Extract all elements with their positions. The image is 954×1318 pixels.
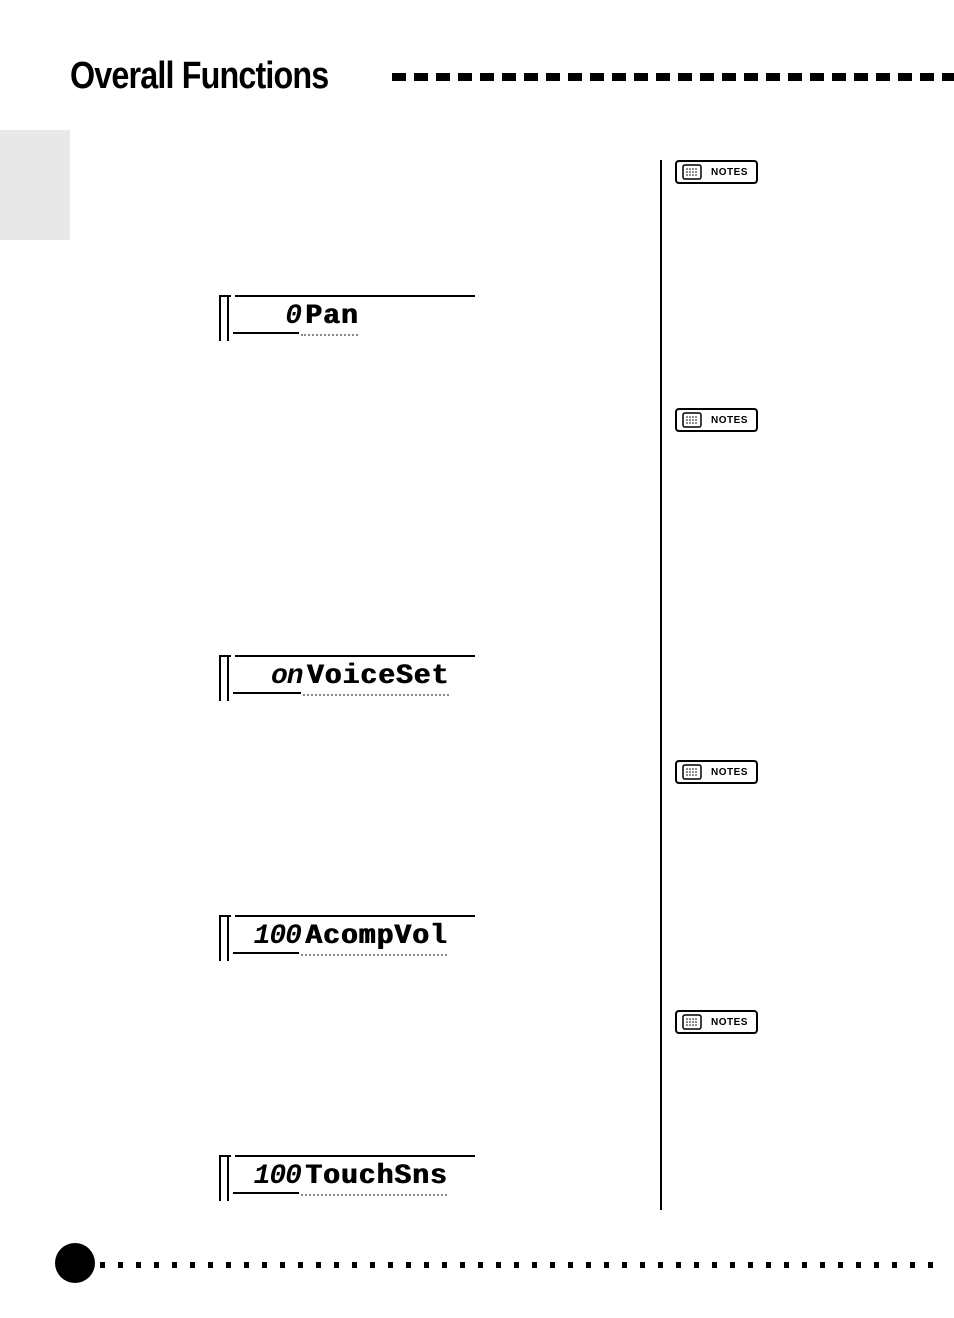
page-header: Overall Functions xyxy=(70,55,954,98)
lcd-frame: 100 TouchSns xyxy=(235,1155,475,1199)
lcd-bracket-inner xyxy=(227,1155,231,1201)
lcd-frame: on VoiceSet xyxy=(235,655,475,699)
lcd-frame: 100 AcompVol xyxy=(235,915,475,959)
notes-badge: NOTES xyxy=(675,760,758,784)
vertical-divider xyxy=(660,160,662,1210)
lcd-display-acompvol: 100 AcompVol xyxy=(235,915,475,959)
lcd-display-voiceset: on VoiceSet xyxy=(235,655,475,699)
notes-badge: NOTES xyxy=(675,408,758,432)
notes-label: NOTES xyxy=(707,415,756,426)
lcd-content: 0 Pan xyxy=(235,297,475,337)
lcd-content: on VoiceSet xyxy=(235,657,475,697)
notes-icon xyxy=(680,762,704,782)
notes-icon xyxy=(680,410,704,430)
notes-icon xyxy=(680,1012,704,1032)
lcd-display-pan: 0 Pan xyxy=(235,295,475,339)
notes-label: NOTES xyxy=(707,167,756,178)
lcd-label: AcompVol xyxy=(301,921,447,952)
lcd-bracket-inner xyxy=(227,295,231,341)
footer-dot-line xyxy=(100,1262,934,1268)
lcd-display-touchsns: 100 TouchSns xyxy=(235,1155,475,1199)
lcd-label: VoiceSet xyxy=(303,661,449,692)
lcd-frame: 0 Pan xyxy=(235,295,475,339)
notes-badge: NOTES xyxy=(675,1010,758,1034)
lcd-bracket-inner xyxy=(227,915,231,961)
notes-label: NOTES xyxy=(707,1017,756,1028)
footer-page-circle xyxy=(55,1243,95,1283)
page-title: Overall Functions xyxy=(70,55,328,98)
lcd-label: Pan xyxy=(301,301,358,332)
lcd-value: on xyxy=(241,661,303,692)
lcd-value: 100 xyxy=(241,1161,301,1192)
lcd-value: 0 xyxy=(241,301,301,332)
notes-badge: NOTES xyxy=(675,160,758,184)
lcd-content: 100 TouchSns xyxy=(235,1157,475,1197)
lcd-bracket-inner xyxy=(227,655,231,701)
header-dash-line xyxy=(392,73,954,81)
left-margin-bar xyxy=(0,130,70,240)
lcd-value: 100 xyxy=(241,921,301,952)
notes-icon xyxy=(680,162,704,182)
lcd-content: 100 AcompVol xyxy=(235,917,475,957)
lcd-label: TouchSns xyxy=(301,1161,447,1192)
notes-label: NOTES xyxy=(707,767,756,778)
